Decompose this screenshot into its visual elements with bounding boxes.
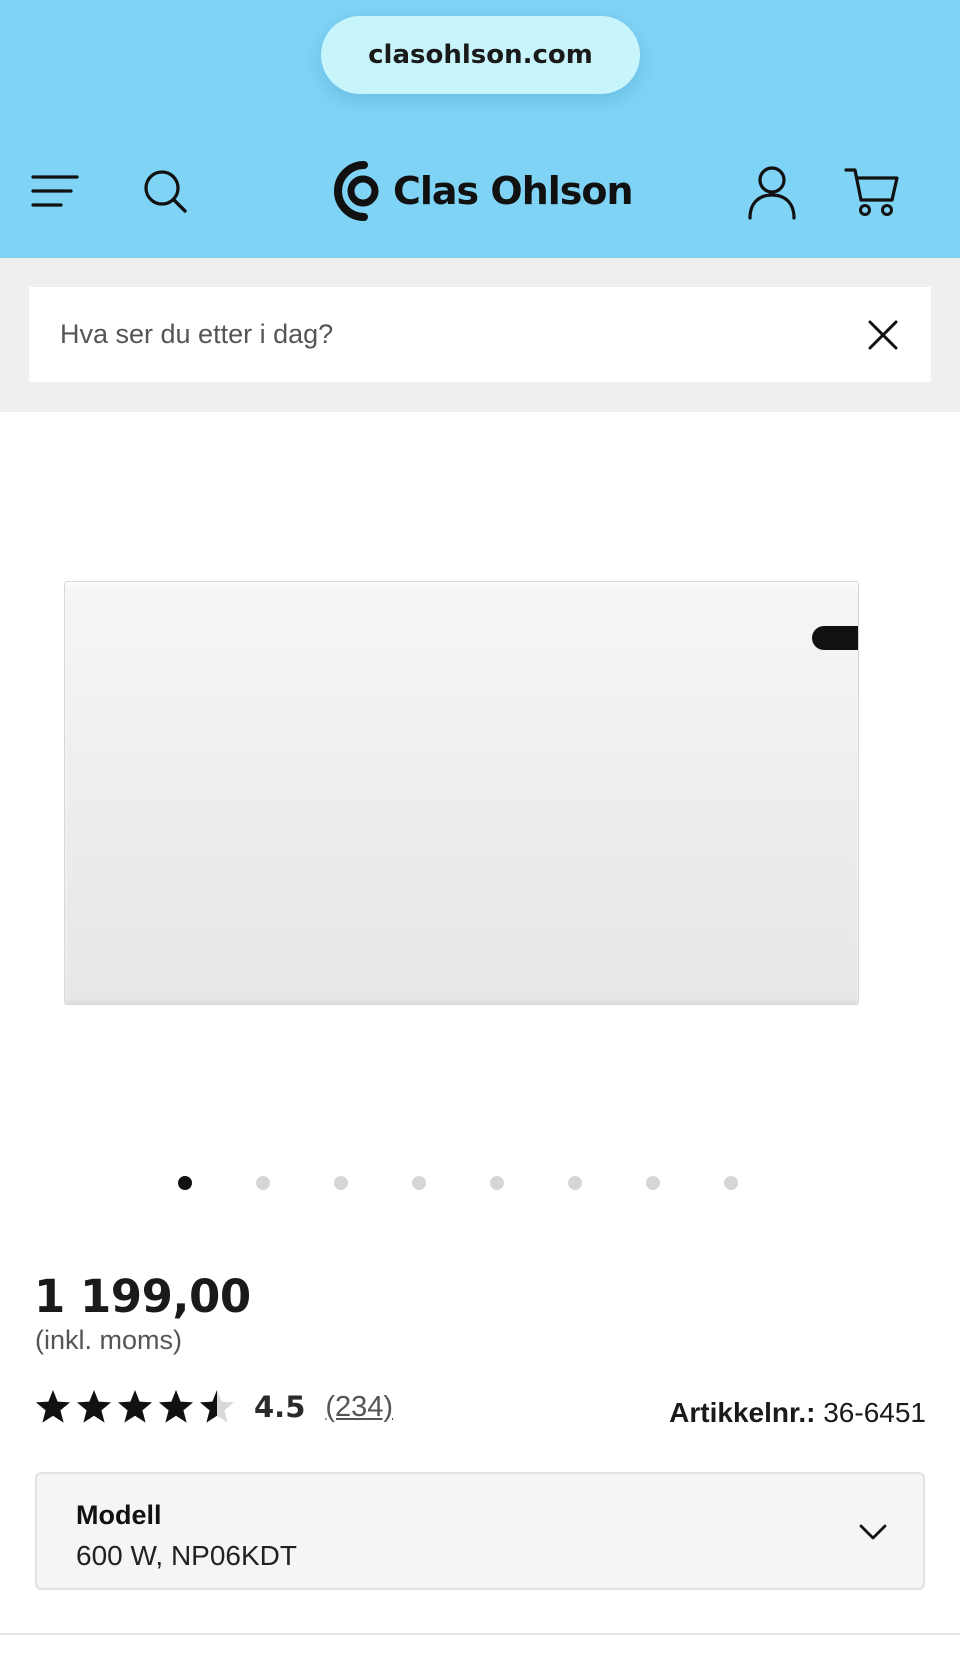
brand-logo[interactable]: Clas Ohlson — [333, 158, 634, 224]
product-image-panel-heater — [64, 581, 859, 1005]
brand-name: Clas Ohlson — [393, 169, 634, 213]
chevron-down-icon — [859, 1524, 887, 1540]
product-image-gallery[interactable] — [0, 412, 960, 1192]
search-button[interactable] — [140, 166, 190, 216]
site-header: clasohlson.com Clas Ohlson — [0, 0, 960, 258]
star-half-icon — [200, 1390, 234, 1423]
menu-button[interactable] — [28, 168, 82, 214]
pagination-dot[interactable] — [724, 1176, 738, 1190]
account-button[interactable] — [744, 162, 800, 222]
model-select[interactable]: Modell 600 W, NP06KDT — [35, 1472, 925, 1590]
article-number: Artikkelnr.: 36-6451 — [669, 1397, 926, 1429]
cart-icon — [844, 168, 899, 216]
pagination-dot[interactable] — [412, 1176, 426, 1190]
review-count-link[interactable]: (234) — [325, 1391, 393, 1424]
model-select-value: 600 W, NP06KDT — [76, 1540, 297, 1571]
gallery-pagination — [0, 1172, 960, 1192]
rating-stars — [34, 1388, 236, 1426]
search-box — [29, 287, 931, 382]
clas-ohlson-logo-icon — [334, 161, 379, 221]
pagination-dot[interactable] — [568, 1176, 582, 1190]
product-price: 1 199,00 — [34, 1270, 251, 1323]
close-icon — [868, 320, 898, 350]
pagination-dot[interactable] — [646, 1176, 660, 1190]
search-input[interactable] — [60, 287, 820, 382]
vat-note: (inkl. moms) — [35, 1325, 182, 1355]
pagination-dot[interactable] — [334, 1176, 348, 1190]
clear-search-button[interactable] — [865, 317, 901, 353]
model-select-label: Modell — [76, 1500, 162, 1530]
product-rating[interactable]: 4.5 (234) — [34, 1387, 393, 1427]
article-number-value: 36-6451 — [823, 1397, 926, 1428]
star-full-icon — [36, 1390, 70, 1423]
account-icon — [748, 166, 796, 220]
star-full-icon — [159, 1390, 193, 1423]
article-number-label: Artikkelnr.: — [669, 1397, 816, 1428]
pagination-dot[interactable] — [490, 1176, 504, 1190]
address-bar[interactable]: clasohlson.com — [321, 16, 640, 94]
star-full-icon — [77, 1390, 111, 1423]
star-full-icon — [118, 1390, 152, 1423]
pagination-dot[interactable] — [178, 1176, 192, 1190]
heater-control-knob — [812, 626, 858, 650]
section-divider — [0, 1633, 960, 1635]
menu-icon — [31, 175, 79, 207]
pagination-dot[interactable] — [256, 1176, 270, 1190]
rating-value: 4.5 — [254, 1390, 306, 1424]
cart-button[interactable] — [842, 162, 902, 222]
search-icon — [144, 170, 187, 213]
